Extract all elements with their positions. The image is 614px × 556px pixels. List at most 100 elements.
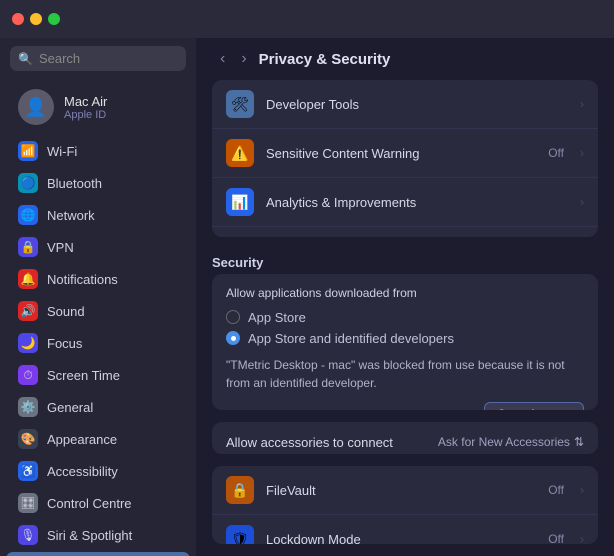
sidebar-item-general[interactable]: ⚙️ General bbox=[6, 392, 190, 422]
sensitive-content-item[interactable]: ⚠️ Sensitive Content Warning Off › bbox=[212, 129, 598, 178]
sidebar-item-accessibility[interactable]: ♿ Accessibility bbox=[6, 456, 190, 486]
open-anyway-button[interactable]: Open Anyway bbox=[484, 402, 584, 410]
blocked-note: "TMetric Desktop - mac" was blocked from… bbox=[226, 356, 584, 392]
radio-app-store-identified[interactable]: App Store and identified developers bbox=[226, 331, 584, 346]
sidebar: 🔍 Search 👤 Mac Air Apple ID 📶 Wi-Fi 🔵 Bl… bbox=[0, 38, 196, 556]
user-profile[interactable]: 👤 Mac Air Apple ID bbox=[6, 81, 190, 133]
forward-button[interactable]: › bbox=[237, 48, 250, 70]
general-icon: ⚙️ bbox=[18, 397, 38, 417]
minimize-button[interactable] bbox=[30, 13, 42, 25]
chevron-right-icon: › bbox=[580, 195, 584, 209]
sidebar-item-vpn[interactable]: 🔒 VPN bbox=[6, 232, 190, 262]
sidebar-item-notifications[interactable]: 🔔 Notifications bbox=[6, 264, 190, 294]
lockdown-mode-icon: 🛡 bbox=[226, 525, 254, 544]
search-box[interactable]: 🔍 Search bbox=[10, 46, 186, 71]
radio-label-identified: App Store and identified developers bbox=[248, 331, 454, 346]
filevault-icon: 🔒 bbox=[226, 476, 254, 504]
notifications-icon: 🔔 bbox=[18, 269, 38, 289]
network-icon: 🌐 bbox=[18, 205, 38, 225]
accessibility-icon: ♿ bbox=[18, 461, 38, 481]
control-centre-icon: 🎛 bbox=[18, 493, 38, 513]
content-area: ‹ › Privacy & Security 🛠 Developer Tools… bbox=[196, 38, 614, 556]
radio-circle-app-store bbox=[226, 310, 240, 324]
screen-time-icon: ⏱ bbox=[18, 365, 38, 385]
radio-group: App Store App Store and identified devel… bbox=[226, 310, 584, 346]
sidebar-item-label: Bluetooth bbox=[47, 176, 102, 191]
traffic-lights bbox=[12, 13, 60, 25]
filevault-label: FileVault bbox=[266, 483, 536, 498]
radio-circle-identified bbox=[226, 331, 240, 345]
sidebar-item-appearance[interactable]: 🎨 Appearance bbox=[6, 424, 190, 454]
sidebar-item-label: Appearance bbox=[47, 432, 117, 447]
bluetooth-icon: 🔵 bbox=[18, 173, 38, 193]
avatar: 👤 bbox=[18, 89, 54, 125]
chevron-right-icon: › bbox=[580, 532, 584, 544]
vpn-icon: 🔒 bbox=[18, 237, 38, 257]
developer-tools-icon: 🛠 bbox=[226, 90, 254, 118]
search-icon: 🔍 bbox=[18, 52, 33, 66]
top-settings-group: 🛠 Developer Tools › ⚠️ Sensitive Content… bbox=[212, 80, 598, 237]
sidebar-item-sound[interactable]: 🔊 Sound bbox=[6, 296, 190, 326]
sidebar-item-label: Control Centre bbox=[47, 496, 132, 511]
close-button[interactable] bbox=[12, 13, 24, 25]
security-card: Allow applications downloaded from App S… bbox=[212, 274, 598, 410]
sensitive-content-value: Off bbox=[548, 146, 564, 160]
chevron-right-icon: › bbox=[580, 97, 584, 111]
analytics-icon: 📊 bbox=[226, 188, 254, 216]
main-layout: 🔍 Search 👤 Mac Air Apple ID 📶 Wi-Fi 🔵 Bl… bbox=[0, 38, 614, 556]
sidebar-item-network[interactable]: 🌐 Network bbox=[6, 200, 190, 230]
accessories-row: Allow accessories to connect Ask for New… bbox=[212, 422, 598, 454]
allow-apps-title: Allow applications downloaded from bbox=[226, 286, 584, 300]
sidebar-item-wifi[interactable]: 📶 Wi-Fi bbox=[6, 136, 190, 166]
accessories-select[interactable]: Ask for New Accessories ⇅ bbox=[438, 435, 584, 449]
filevault-value: Off bbox=[548, 483, 564, 497]
content-header: ‹ › Privacy & Security bbox=[196, 38, 614, 80]
sidebar-item-control-centre[interactable]: 🎛 Control Centre bbox=[6, 488, 190, 518]
sidebar-item-label: VPN bbox=[47, 240, 74, 255]
accessories-value: Ask for New Accessories bbox=[438, 435, 570, 449]
sensitive-content-label: Sensitive Content Warning bbox=[266, 146, 536, 161]
apple-advertising-item[interactable]: 📣 Apple Advertising › bbox=[212, 227, 598, 237]
appearance-icon: 🎨 bbox=[18, 429, 38, 449]
developer-tools-item[interactable]: 🛠 Developer Tools › bbox=[212, 80, 598, 129]
lockdown-mode-value: Off bbox=[548, 532, 564, 544]
title-bar bbox=[0, 0, 614, 38]
sidebar-item-label: Network bbox=[47, 208, 95, 223]
sidebar-item-label: Accessibility bbox=[47, 464, 118, 479]
sidebar-item-label: General bbox=[47, 400, 93, 415]
user-name: Mac Air bbox=[64, 94, 107, 109]
accessories-label: Allow accessories to connect bbox=[226, 435, 426, 450]
sidebar-item-label: Notifications bbox=[47, 272, 118, 287]
filevault-item[interactable]: 🔒 FileVault Off › bbox=[212, 466, 598, 515]
sidebar-item-focus[interactable]: 🌙 Focus bbox=[6, 328, 190, 358]
wifi-icon: 📶 bbox=[18, 141, 38, 161]
search-placeholder: Search bbox=[39, 51, 80, 66]
bottom-settings-group: 🔒 FileVault Off › 🛡 Lockdown Mode Off › bbox=[212, 466, 598, 544]
sidebar-item-siri-spotlight[interactable]: 🎙 Siri & Spotlight bbox=[6, 520, 190, 550]
security-section-label: Security bbox=[196, 249, 614, 274]
developer-tools-label: Developer Tools bbox=[266, 97, 564, 112]
accessories-item[interactable]: Allow accessories to connect Ask for New… bbox=[212, 422, 598, 454]
focus-icon: 🌙 bbox=[18, 333, 38, 353]
sidebar-item-label: Wi-Fi bbox=[47, 144, 77, 159]
sensitive-content-icon: ⚠️ bbox=[226, 139, 254, 167]
sidebar-item-bluetooth[interactable]: 🔵 Bluetooth bbox=[6, 168, 190, 198]
sidebar-item-label: Sound bbox=[47, 304, 85, 319]
sidebar-item-label: Screen Time bbox=[47, 368, 120, 383]
lockdown-mode-label: Lockdown Mode bbox=[266, 532, 536, 544]
sidebar-item-privacy-security[interactable]: 🔐 Privacy & Security bbox=[6, 552, 190, 556]
lockdown-mode-item[interactable]: 🛡 Lockdown Mode Off › bbox=[212, 515, 598, 544]
sound-icon: 🔊 bbox=[18, 301, 38, 321]
sidebar-item-screen-time[interactable]: ⏱ Screen Time bbox=[6, 360, 190, 390]
analytics-item[interactable]: 📊 Analytics & Improvements › bbox=[212, 178, 598, 227]
sidebar-item-label: Siri & Spotlight bbox=[47, 528, 132, 543]
radio-label-app-store: App Store bbox=[248, 310, 306, 325]
stepper-icon: ⇅ bbox=[574, 435, 584, 449]
maximize-button[interactable] bbox=[48, 13, 60, 25]
user-subtitle: Apple ID bbox=[64, 109, 107, 121]
radio-app-store[interactable]: App Store bbox=[226, 310, 584, 325]
back-button[interactable]: ‹ bbox=[216, 48, 229, 70]
analytics-label: Analytics & Improvements bbox=[266, 195, 564, 210]
chevron-right-icon: › bbox=[580, 146, 584, 160]
chevron-right-icon: › bbox=[580, 483, 584, 497]
